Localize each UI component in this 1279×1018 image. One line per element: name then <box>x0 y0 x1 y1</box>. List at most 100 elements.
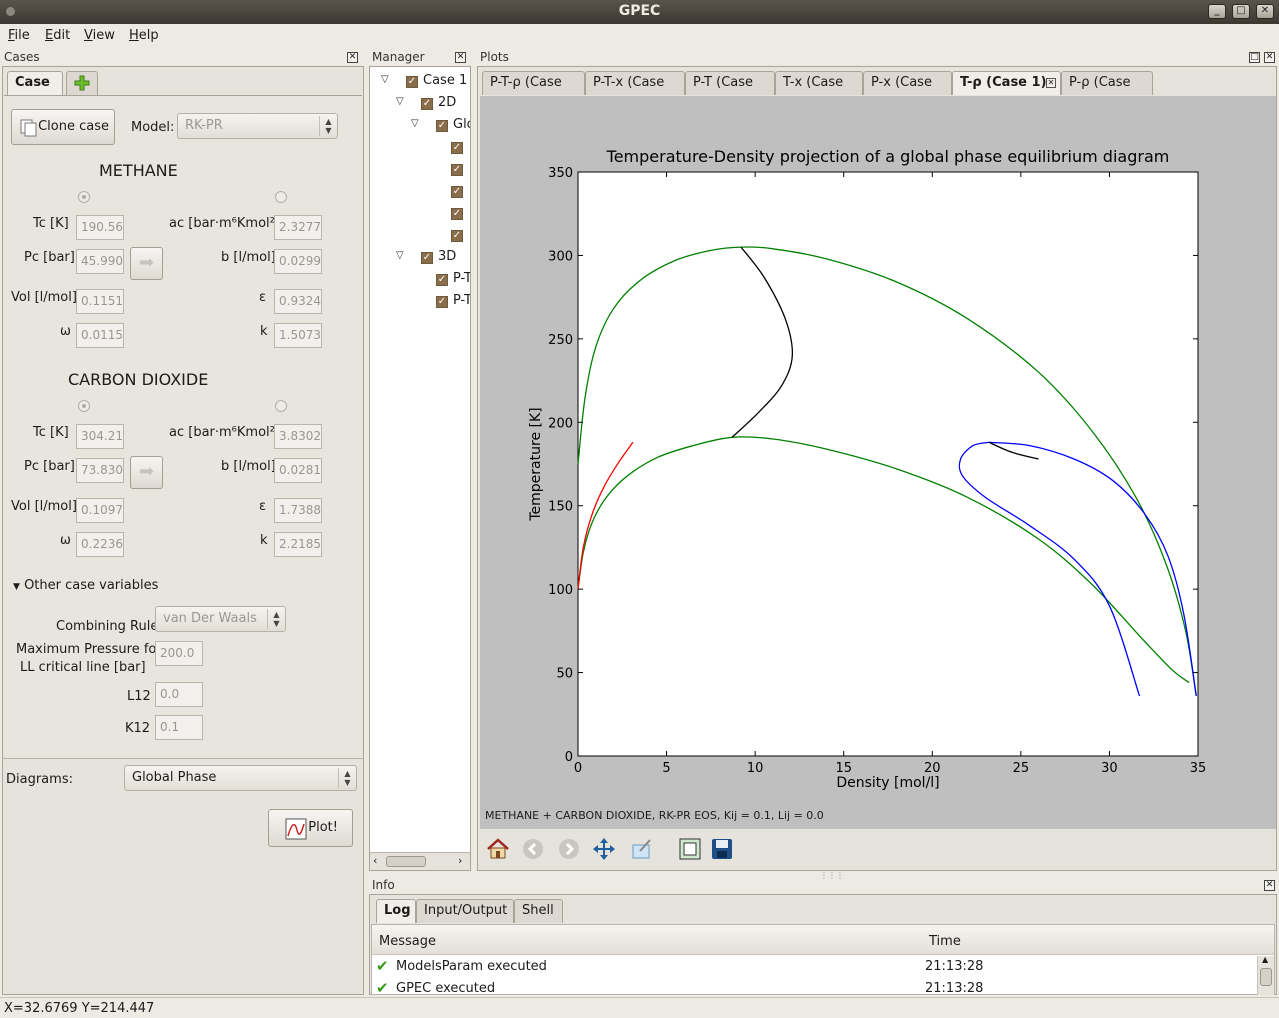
tab-shell[interactable]: Shell <box>514 899 563 923</box>
float-plots-panel-icon[interactable]: □ <box>1249 52 1260 63</box>
column-time[interactable]: Time <box>929 934 961 949</box>
model-select[interactable]: RK-PR ▲ ▼ <box>177 113 338 139</box>
configure-subplots-icon[interactable] <box>678 837 702 861</box>
zoom-rect-icon[interactable] <box>630 837 654 861</box>
l12-field[interactable]: 0.0 <box>155 682 203 707</box>
tree-3d-plot[interactable]: P-T <box>453 271 470 286</box>
combining-rule-select[interactable]: van Der Waals ▲ ▼ <box>155 606 286 632</box>
c2-convert-button[interactable]: ➡ <box>130 456 163 489</box>
minimize-button[interactable]: _ <box>1208 4 1226 19</box>
log-vscrollbar[interactable]: ▲ <box>1257 955 1274 995</box>
close-info-panel-icon[interactable]: ✕ <box>1264 880 1275 891</box>
expand-arrow-icon[interactable]: ▽ <box>396 250 404 261</box>
tree-3d[interactable]: 3D <box>438 249 456 264</box>
c2-pc-field[interactable]: 73.8300 <box>76 458 124 483</box>
c2-ac-field[interactable]: 3.8302 <box>274 424 322 449</box>
c1-tc-field[interactable]: 190.564 <box>76 215 124 240</box>
compound-2-radio-b[interactable] <box>275 400 287 412</box>
c2-tc-field[interactable]: 304.210 <box>76 424 124 449</box>
close-manager-panel-icon[interactable]: ✕ <box>455 52 466 63</box>
menu-view[interactable]: View <box>84 28 115 43</box>
tab-ptrho[interactable]: P-T-ρ (Case 1) <box>482 71 585 112</box>
expand-arrow-icon[interactable]: ▽ <box>381 74 389 85</box>
plot-checkbox[interactable]: ✓ <box>451 142 463 154</box>
max-pressure-field[interactable]: 200.0 <box>155 641 203 666</box>
c2-b-field[interactable]: 0.02817 <box>274 458 322 483</box>
close-window-button[interactable]: ✕ <box>1256 4 1274 19</box>
tab-trho[interactable]: T-ρ (Case 1) ✕ <box>952 71 1061 95</box>
tab-px[interactable]: P-x (Case 1) <box>863 71 952 112</box>
plot-button[interactable]: Plot! <box>268 809 353 847</box>
c1-convert-button[interactable]: ➡ <box>130 247 163 280</box>
compound-2-radio-a[interactable] <box>78 400 90 412</box>
c1-eps-field[interactable]: 0.93247 <box>274 289 322 314</box>
chart[interactable]: 0 5 10 15 20 25 30 35050100150200250300350 Temp… <box>480 96 1276 829</box>
forward-icon[interactable] <box>558 838 580 860</box>
pan-icon[interactable] <box>592 837 616 861</box>
menu-edit[interactable]: Edit <box>45 28 70 43</box>
expand-arrow-icon[interactable]: ▽ <box>411 118 419 129</box>
tab-ptx[interactable]: P-T-x (Case 1) <box>585 71 685 112</box>
plot-checkbox[interactable]: ✓ <box>436 296 448 308</box>
clone-case-button[interactable]: Clone case <box>11 109 115 145</box>
close-cases-panel-icon[interactable]: ✕ <box>347 52 358 63</box>
window-menu-icon[interactable] <box>6 7 15 16</box>
expand-arrow-icon[interactable]: ▽ <box>396 96 404 107</box>
other-vars-toggle[interactable]: ▼ Other case variables <box>13 578 158 593</box>
c1-omega-field[interactable]: 0.01155 <box>76 323 124 348</box>
c2-k-field[interactable]: 2.21857 <box>274 532 322 557</box>
manager-hscrollbar[interactable]: ‹ › <box>370 852 470 870</box>
c1-pc-field[interactable]: 45.9900 <box>76 249 124 274</box>
global-checkbox[interactable]: ✓ <box>436 120 448 132</box>
home-icon[interactable] <box>486 837 510 861</box>
scrollbar-thumb[interactable] <box>1260 968 1272 986</box>
splitter-handle[interactable]: ⋮⋮⋮ <box>820 871 844 880</box>
close-tab-icon[interactable]: ✕ <box>1046 78 1056 88</box>
diagrams-select[interactable]: Global Phase ▲ ▼ <box>124 765 357 791</box>
c1-ac-field[interactable]: 2.3277 <box>274 215 322 240</box>
k12-label: K12 <box>125 721 151 736</box>
figure-canvas[interactable]: 0 5 10 15 20 25 30 35 0 50 100 150 200 250 300 350 Temp… <box>480 96 1276 829</box>
compound-1-radio-a[interactable] <box>78 191 90 203</box>
tree-global[interactable]: Glo <box>453 117 470 132</box>
menu-help[interactable]: Help <box>129 28 159 43</box>
c1-b-label: b [l/mol] <box>221 250 276 265</box>
table-row[interactable]: ✔ GPEC executed 21:13:28 <box>372 979 1257 995</box>
tab-log[interactable]: Log <box>376 899 416 923</box>
c2-omega-field[interactable]: 0.22362 <box>76 532 124 557</box>
back-icon[interactable] <box>522 838 544 860</box>
plot-checkbox[interactable]: ✓ <box>451 186 463 198</box>
tab-case-1[interactable]: Case 1 <box>7 71 63 112</box>
tree-3d-plot[interactable]: P-T <box>453 293 470 308</box>
c1-b-field[interactable]: 0.02996 <box>274 249 322 274</box>
scrollbar-thumb[interactable] <box>386 856 426 867</box>
plot-checkbox[interactable]: ✓ <box>451 230 463 242</box>
c2-eps-field[interactable]: 1.73884 <box>274 498 322 523</box>
tab-prho[interactable]: P-ρ (Case 1) <box>1061 71 1153 112</box>
tab-input-output[interactable]: Input/Output <box>416 899 514 923</box>
maximize-button[interactable]: □ <box>1232 4 1250 19</box>
2d-checkbox[interactable]: ✓ <box>421 98 433 110</box>
add-case-button[interactable] <box>66 71 98 95</box>
c1-k-field[interactable]: 1.50739 <box>274 323 322 348</box>
k12-field[interactable]: 0.1 <box>155 715 203 740</box>
menu-file[interactable]: File <box>8 28 30 43</box>
tab-pt[interactable]: P-T (Case 1) <box>685 71 775 112</box>
3d-checkbox[interactable]: ✓ <box>421 252 433 264</box>
save-icon[interactable] <box>711 838 733 860</box>
close-plots-panel-icon[interactable]: ✕ <box>1264 52 1275 63</box>
tab-tx[interactable]: T-x (Case 1) <box>775 71 863 112</box>
case-checkbox[interactable]: ✓ <box>406 76 418 88</box>
plot-checkbox[interactable]: ✓ <box>451 164 463 176</box>
log-table-header: Message Time <box>372 925 1274 955</box>
tree-case[interactable]: Case 1 <box>423 73 467 88</box>
tree-2d[interactable]: 2D <box>438 95 456 110</box>
plot-checkbox[interactable]: ✓ <box>436 274 448 286</box>
column-message[interactable]: Message <box>379 934 436 949</box>
c1-vol-field[interactable]: 0.11516 <box>76 289 124 314</box>
plot-checkbox[interactable]: ✓ <box>451 208 463 220</box>
max-pressure-label-1: Maximum Pressure for <box>16 642 162 657</box>
compound-1-radio-b[interactable] <box>275 191 287 203</box>
table-row[interactable]: ✔ ModelsParam executed 21:13:28 <box>372 957 1257 977</box>
c2-vol-field[interactable]: 0.10979 <box>76 498 124 523</box>
